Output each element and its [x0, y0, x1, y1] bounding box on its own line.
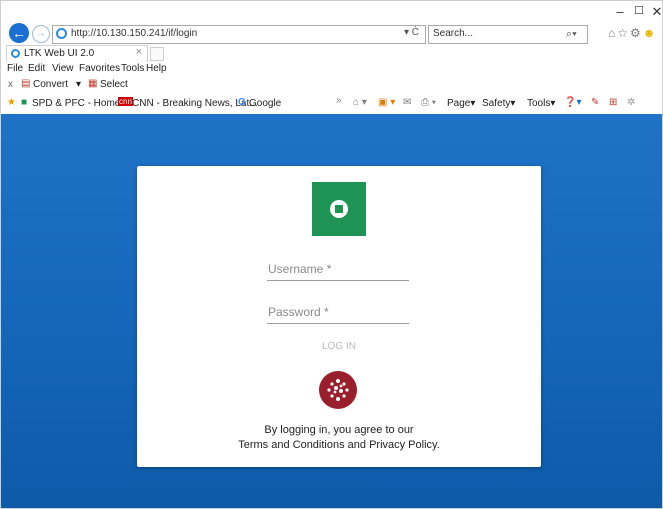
agree-text-line1: By logging in, you agree to our — [264, 424, 414, 436]
home-toolbar-icon[interactable]: ⌂ ▾ — [353, 97, 367, 108]
url-text: http://10.130.150.241/if/login — [71, 28, 198, 39]
ie-tab-icon — [11, 49, 20, 58]
favorites-star-icon[interactable]: ☆ — [617, 26, 630, 40]
close-commandbar-button[interactable]: x — [8, 79, 13, 90]
feedback-smiley-icon[interactable]: ☻ — [643, 26, 658, 40]
tab-close-icon[interactable]: × — [136, 46, 142, 58]
page-background: Username * Password * LOG IN By logging … — [1, 114, 662, 508]
close-window-button[interactable]: ✕ — [646, 4, 662, 20]
mail-icon[interactable]: ✉ — [403, 97, 411, 108]
menu-view[interactable]: View — [52, 63, 74, 74]
feeds-icon[interactable]: ▣ ▾ — [378, 97, 395, 108]
back-button[interactable]: ← — [9, 23, 29, 43]
fav-spd-pfc[interactable]: SPD & PFC - Home — [32, 98, 120, 109]
forward-button[interactable]: → — [32, 25, 50, 43]
fav-google[interactable]: Google — [249, 98, 281, 109]
search-input[interactable]: Search... — [428, 25, 588, 44]
browser-window: – ☐ ✕ ← → http://10.130.150.241/if/login… — [0, 0, 663, 509]
menu-favorites[interactable]: Favorites — [79, 63, 120, 74]
select-button[interactable]: Select — [100, 79, 128, 90]
menu-file[interactable]: File — [7, 63, 23, 74]
favorites-star-icon-bar[interactable]: ★ — [7, 97, 16, 108]
refresh-icon[interactable]: ▾ Ċ — [404, 27, 419, 38]
addon-icon-1[interactable]: ✎ — [591, 97, 599, 108]
page-menu-label: Page — [447, 98, 471, 109]
home-icon[interactable]: ⌂ — [608, 26, 617, 40]
login-button[interactable]: LOG IN — [309, 341, 369, 352]
print-icon[interactable]: ⎙ ▾ — [421, 97, 436, 108]
convert-dropdown-icon[interactable]: ▾ — [76, 79, 81, 90]
convert-button[interactable]: Convert — [33, 79, 68, 90]
tab-title: LTK Web UI 2.0 — [24, 48, 95, 59]
page-menu[interactable]: Page▾ — [447, 98, 475, 109]
password-field[interactable]: Password * — [267, 303, 409, 324]
cnn-icon: cnn — [118, 97, 133, 106]
help-icon[interactable]: ❓▾ — [564, 97, 581, 108]
login-card: Username * Password * LOG IN By logging … — [137, 166, 541, 467]
address-row: ← → http://10.130.150.241/if/login ▾ Ċ S… — [1, 21, 662, 45]
tools-menu[interactable]: Tools▾ — [527, 98, 555, 109]
google-icon: G — [238, 97, 246, 108]
new-tab-button[interactable] — [150, 47, 164, 61]
addon-icon-3[interactable]: ✲ — [627, 97, 635, 108]
convert-icon: ▤ — [21, 78, 31, 89]
toolbar-right-icons: ⌂☆⚙☻ — [608, 26, 657, 40]
menu-bar: File Edit View Favorites Tools Help — [1, 62, 662, 77]
menu-edit[interactable]: Edit — [28, 63, 45, 74]
terms-privacy-link[interactable]: Terms and Conditions and Privacy Policy. — [137, 439, 541, 451]
menu-help[interactable]: Help — [146, 63, 167, 74]
spd-icon: ■ — [21, 97, 28, 108]
tab-ltk-web-ui[interactable]: LTK Web UI 2.0 × — [6, 45, 148, 62]
addon-icon-2[interactable]: ⊞ — [609, 97, 617, 108]
ie-icon — [56, 28, 67, 39]
safety-menu[interactable]: Safety▾ — [482, 98, 515, 109]
settings-gear-icon[interactable]: ⚙ — [630, 26, 643, 40]
menu-tools[interactable]: Tools — [121, 63, 144, 74]
tab-row: LTK Web UI 2.0 × — [1, 45, 662, 62]
safety-menu-label: Safety — [482, 98, 511, 109]
more-favorites-icon[interactable]: » — [336, 95, 342, 106]
brand-badge-icon — [319, 371, 357, 409]
title-bar: – ☐ ✕ — [1, 1, 662, 21]
app-logo — [312, 182, 366, 236]
command-bar: x ▤ Convert ▾ ▦ Select — [1, 78, 662, 93]
search-icon[interactable]: ⌕▾ — [566, 28, 577, 41]
tools-menu-label: Tools — [527, 98, 551, 109]
username-field[interactable]: Username * — [267, 260, 409, 281]
favorites-bar: ★ ■ SPD & PFC - Home cnn CNN - Breaking … — [1, 95, 662, 113]
search-placeholder: Search... — [433, 28, 474, 39]
address-bar[interactable]: http://10.130.150.241/if/login ▾ Ċ — [52, 25, 426, 44]
username-placeholder: Username * — [268, 262, 332, 276]
chip-icon — [330, 200, 348, 218]
select-icon: ▦ — [88, 78, 98, 89]
password-placeholder: Password * — [268, 305, 329, 319]
